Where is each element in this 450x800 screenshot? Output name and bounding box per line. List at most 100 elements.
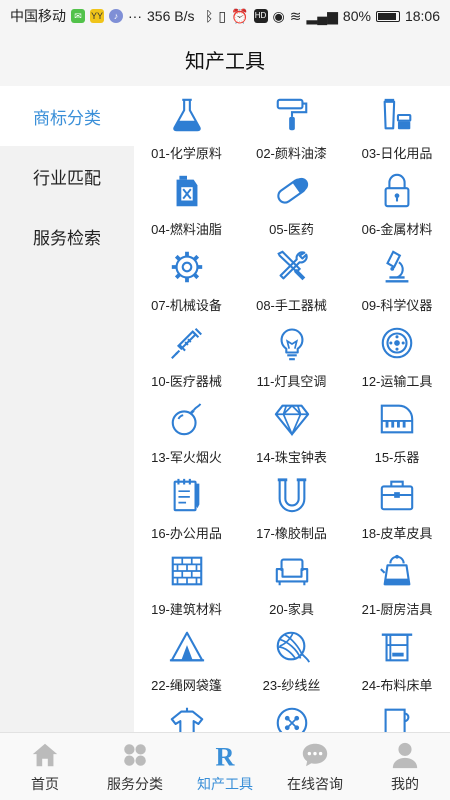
tools-icon: [276, 250, 308, 281]
briefcase-icon: [380, 480, 414, 511]
category-label: 15-乐器: [374, 450, 420, 465]
category-label: 13-军火烟火: [151, 450, 222, 465]
category-item-13[interactable]: 13-军火烟火: [134, 398, 239, 474]
tab-service-categories[interactable]: 服务分类: [90, 733, 180, 800]
capsule-icon: [276, 177, 308, 204]
category-item-10[interactable]: 10-医疗器械: [134, 322, 239, 398]
wifi-icon: ≋: [289, 7, 302, 24]
category-item-16[interactable]: 16-办公用品: [134, 474, 239, 550]
title-bar: 知产工具: [0, 32, 450, 86]
category-item-06[interactable]: 06-金属材料: [344, 170, 450, 246]
category-item-03[interactable]: 03-日化用品: [344, 94, 450, 170]
category-label: 01-化学原料: [151, 146, 222, 161]
category-item-08[interactable]: 08-手工器械: [239, 246, 344, 322]
tab-ip-tools[interactable]: R 知产工具: [180, 733, 270, 800]
status-left: 中国移动 ✉ YY ♪ ··· 356 B/s: [10, 6, 194, 26]
sidebar-item-industry-match[interactable]: 行业匹配: [0, 146, 134, 206]
category-item-22[interactable]: 22-绳网袋篷: [134, 626, 239, 702]
category-label: 09-科学仪器: [361, 298, 433, 313]
category-label: 14-珠宝钟表: [256, 450, 327, 465]
alarm-icon: ⏰: [231, 7, 249, 24]
bluetooth-icon: ᛒ: [204, 8, 214, 24]
signal-icon: ▂▄▆: [306, 7, 338, 24]
tab-label: 我的: [391, 775, 419, 792]
syringe-icon: [170, 328, 202, 359]
category-item-04[interactable]: 04-燃料油脂: [134, 170, 239, 246]
tab-home[interactable]: 首页: [0, 733, 90, 800]
microscope-icon: [385, 250, 409, 283]
padlock-icon: [384, 173, 410, 208]
battery-percent-text: 80%: [342, 8, 371, 24]
category-item-01[interactable]: 01-化学原料: [134, 94, 239, 170]
category-label: 19-建筑材料: [151, 602, 222, 617]
category-panel[interactable]: 01-化学原料 02-颜料油漆 03-日化用品 04-燃料油脂 05-医药 06…: [134, 86, 450, 732]
sidebar-item-label: 商标分类: [33, 108, 101, 128]
message-notification-icon: ✉: [71, 9, 85, 23]
sidebar-item-trademark-classes[interactable]: 商标分类: [0, 86, 134, 146]
paint-roller-icon: [276, 98, 307, 131]
category-label: 21-厨房洁具: [361, 602, 433, 617]
music-notification-icon: ♪: [109, 9, 123, 23]
category-label: 08-手工器械: [256, 298, 327, 313]
tab-online-consult[interactable]: 在线咨询: [270, 733, 360, 800]
lightbulb-icon: [280, 328, 303, 361]
category-label: 05-医药: [269, 222, 314, 237]
category-item-11[interactable]: 11-灯具空调: [239, 322, 344, 398]
category-item-27[interactable]: [344, 702, 450, 732]
category-item-26[interactable]: [239, 702, 344, 732]
category-item-09[interactable]: 09-科学仪器: [344, 246, 450, 322]
wheel-icon: [381, 327, 413, 359]
category-item-23[interactable]: 23-纱线丝: [239, 626, 344, 702]
tab-label: 在线咨询: [287, 775, 343, 792]
button-icon: [276, 707, 307, 732]
piano-icon: [380, 404, 414, 434]
tab-label: 服务分类: [107, 775, 163, 792]
category-item-17[interactable]: 17-橡胶制品: [239, 474, 344, 550]
category-item-25[interactable]: [134, 702, 239, 732]
category-item-05[interactable]: 05-医药: [239, 170, 344, 246]
home-icon: [32, 743, 58, 766]
category-label: 04-燃料油脂: [151, 222, 222, 237]
carrier-text: 中国移动: [10, 8, 66, 24]
pipe-icon: [277, 478, 306, 513]
notepad-icon: [173, 478, 199, 512]
category-item-21[interactable]: 21-厨房洁具: [344, 550, 450, 626]
battery-icon: [375, 10, 400, 22]
category-item-15[interactable]: 15-乐器: [344, 398, 450, 474]
gear-icon: [171, 251, 202, 283]
cosmetics-icon: [383, 98, 412, 130]
flask-icon: [172, 98, 201, 132]
category-label: 20-家具: [269, 602, 314, 617]
category-label: 12-运输工具: [361, 374, 433, 389]
r-logo-icon: R: [216, 742, 236, 770]
category-label: 11-灯具空调: [256, 374, 327, 389]
kettle-icon: [380, 554, 411, 586]
category-label: 24-布料床单: [361, 678, 433, 693]
status-right: ᛒ ▯ ⏰ HD ◉ ≋ ▂▄▆ 80% 18:06: [205, 8, 440, 25]
category-item-12[interactable]: 12-运输工具: [344, 322, 450, 398]
category-item-24[interactable]: 24-布料床单: [344, 626, 450, 702]
category-item-20[interactable]: 20-家具: [239, 550, 344, 626]
category-item-02[interactable]: 02-颜料油漆: [239, 94, 344, 170]
diamond-icon: [274, 404, 309, 437]
category-grid: 01-化学原料 02-颜料油漆 03-日化用品 04-燃料油脂 05-医药 06…: [134, 86, 450, 732]
carpet-icon: [384, 708, 410, 732]
tab-me[interactable]: 我的: [360, 733, 450, 800]
sidebar-item-service-search[interactable]: 服务检索: [0, 206, 134, 266]
category-label: 22-绳网袋篷: [151, 678, 222, 693]
category-item-14[interactable]: 14-珠宝钟表: [239, 398, 344, 474]
category-label: 23-纱线丝: [262, 678, 321, 693]
category-item-18[interactable]: 18-皮革皮具: [344, 474, 450, 550]
category-item-07[interactable]: 07-机械设备: [134, 246, 239, 322]
sidebar-item-label: 行业匹配: [33, 168, 101, 188]
clothing-icon: [170, 707, 203, 732]
category-label: 06-金属材料: [361, 222, 433, 237]
hd-icon: HD: [253, 9, 268, 23]
status-bar: 中国移动 ✉ YY ♪ ··· 356 B/s ᛒ ▯ ⏰ HD ◉ ≋ ▂▄▆…: [0, 0, 450, 32]
chat-icon: [302, 743, 328, 766]
fuel-can-icon: [176, 175, 197, 207]
grid-icon: [124, 743, 146, 766]
tab-label: 知产工具: [197, 775, 253, 792]
category-item-19[interactable]: 19-建筑材料: [134, 550, 239, 626]
user-icon: [392, 742, 418, 768]
